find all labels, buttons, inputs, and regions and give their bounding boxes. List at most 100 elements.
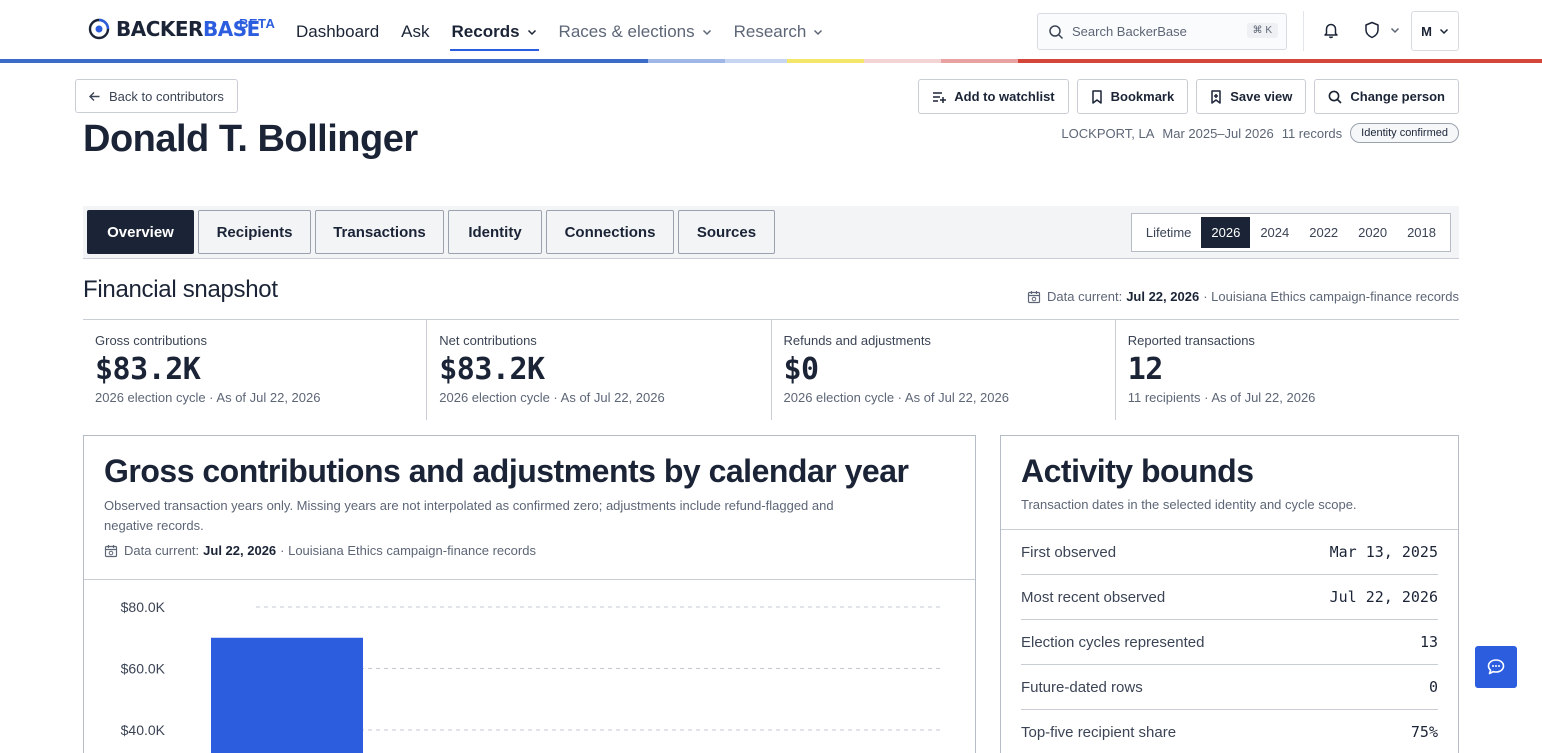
activity-bounds-card: Activity bounds Transaction dates in the…: [1000, 435, 1459, 753]
calendar-icon: [1027, 290, 1041, 303]
arrow-left-icon: [89, 91, 100, 101]
stat-refunds-adjustments: Refunds and adjustments $0 2026 election…: [772, 320, 1116, 420]
save-view-label: Save view: [1230, 89, 1293, 104]
activity-row: Future-dated rows 0: [1021, 665, 1438, 710]
nav-records[interactable]: Records: [449, 20, 539, 51]
stripe-segment: [1018, 59, 1542, 63]
page-title: Donald T. Bollinger: [83, 118, 418, 160]
activity-row: First observed Mar 13, 2025: [1021, 530, 1438, 575]
bookmark-icon: [1091, 89, 1102, 104]
brand-color-stripe: [0, 59, 1542, 63]
tab-connections[interactable]: Connections: [546, 210, 674, 254]
stripe-segment: [864, 59, 941, 63]
tab-sources[interactable]: Sources: [678, 210, 775, 254]
chevron-down-icon: [814, 29, 823, 36]
calendar-icon: [104, 544, 118, 557]
nav-dashboard[interactable]: Dashboard: [296, 20, 379, 44]
feedback-chat-button[interactable]: [1475, 646, 1517, 688]
tab-recipients[interactable]: Recipients: [198, 210, 311, 254]
cycle-2018[interactable]: 2018: [1397, 217, 1446, 248]
chart-header: Gross contributions and adjustments by c…: [84, 436, 975, 580]
tab-overview[interactable]: Overview: [87, 210, 194, 254]
y-tick-label: $40.0K: [121, 722, 166, 738]
activity-row: Top-five recipient share 75%: [1021, 710, 1438, 753]
stripe-segment: [787, 59, 864, 63]
activity-header: Activity bounds Transaction dates in the…: [1001, 436, 1458, 530]
chevron-down-icon: [702, 29, 711, 36]
chart-description: Observed transaction years only. Missing…: [104, 498, 834, 533]
backerbase-logo[interactable]: BACKERBASE: [88, 18, 260, 40]
activity-row: Most recent observed Jul 22, 2026: [1021, 575, 1438, 620]
person-meta: LOCKPORT, LA Mar 2025–Jul 2026 11 record…: [1061, 123, 1459, 143]
search-icon: [1049, 24, 1064, 39]
chat-icon: [1487, 659, 1505, 675]
activity-rows: First observed Mar 13, 2025 Most recent o…: [1001, 530, 1458, 753]
tab-identity[interactable]: Identity: [448, 210, 542, 254]
search-input[interactable]: [1072, 24, 1232, 39]
search-icon: [1328, 90, 1342, 104]
location-text: LOCKPORT, LA: [1061, 125, 1155, 141]
top-navigation: BACKERBASE BETA Dashboard Ask Records Ra…: [0, 0, 1542, 63]
back-button-label: Back to contributors: [109, 88, 224, 104]
chevron-down-icon: [1439, 28, 1448, 35]
snapshot-stats: Gross contributions $83.2K 2026 election…: [83, 319, 1459, 420]
cycle-lifetime[interactable]: Lifetime: [1136, 217, 1202, 248]
tab-transactions[interactable]: Transactions: [315, 210, 444, 254]
chart-data-current: Data current: Jul 22, 2026 · Louisiana E…: [104, 543, 955, 558]
nav-research[interactable]: Research: [734, 20, 824, 44]
beta-label: BETA: [239, 16, 276, 31]
chevron-down-icon: [1390, 27, 1400, 34]
stat-gross-contributions: Gross contributions $83.2K 2026 election…: [83, 320, 428, 420]
watchlist-label: Add to watchlist: [954, 89, 1055, 104]
save-view-icon: [1211, 89, 1221, 104]
stat-reported-transactions: Reported transactions 12 11 recipients ·…: [1127, 333, 1316, 405]
save-view-button[interactable]: Save view: [1196, 79, 1307, 114]
logo-mark-icon: [88, 18, 110, 40]
contributions-chart-card: Gross contributions and adjustments by c…: [83, 435, 976, 753]
contributions-bar-chart: $80.0K $60.0K $40.0K: [121, 599, 944, 753]
record-count-text: 11 records: [1281, 125, 1343, 141]
bell-icon: [1324, 23, 1338, 39]
user-menu-button[interactable]: M: [1411, 11, 1459, 51]
nav-ask[interactable]: Ask: [401, 20, 429, 44]
snapshot-data-current: Data current: Jul 22, 2026 · Louisiana E…: [1027, 289, 1459, 304]
cycle-2022[interactable]: 2022: [1299, 217, 1348, 248]
bookmark-label: Bookmark: [1110, 89, 1175, 104]
cycle-2026[interactable]: 2026: [1201, 217, 1251, 248]
cycle-2024[interactable]: 2024: [1250, 217, 1299, 248]
watchlist-icon: [933, 91, 947, 103]
cycle-2020[interactable]: 2020: [1348, 217, 1397, 248]
cycle-selector: Lifetime 2026 2024 2022 2020 2018: [1130, 213, 1451, 252]
notifications-button[interactable]: [1322, 21, 1340, 44]
bar[interactable]: [211, 637, 363, 753]
back-to-contributors-button[interactable]: Back to contributors: [75, 79, 238, 113]
change-person-label: Change person: [1350, 89, 1445, 104]
chart-title: Gross contributions and adjustments by c…: [104, 453, 909, 489]
search-shortcut-hint: ⌘ K: [1246, 23, 1278, 38]
chevron-down-icon: [527, 29, 536, 36]
nav-races-elections[interactable]: Races & elections: [559, 20, 712, 44]
nav-divider: [1303, 11, 1304, 51]
activity-title: Activity bounds: [1021, 453, 1254, 489]
stripe-segment: [0, 59, 648, 63]
stripe-segment: [725, 59, 787, 63]
privacy-menu-button[interactable]: [1364, 21, 1400, 39]
y-tick-label: $80.0K: [121, 599, 166, 615]
change-person-button[interactable]: Change person: [1314, 79, 1459, 114]
stripe-segment: [941, 59, 1018, 63]
primary-nav: Dashboard Ask Records Races & elections …: [296, 20, 845, 51]
stripe-segment: [648, 59, 725, 63]
identity-status-badge: Identity confirmed: [1350, 123, 1459, 143]
stat-net-contributions: Net contributions $83.2K 2026 election c…: [427, 320, 772, 420]
page-actions: Add to watchlist Bookmark Save view Chan…: [918, 79, 1459, 114]
search-box[interactable]: ⌘ K: [1037, 13, 1287, 50]
date-range-text: Mar 2025–Jul 2026: [1162, 125, 1274, 141]
bookmark-button[interactable]: Bookmark: [1076, 79, 1189, 114]
financial-snapshot-title: Financial snapshot: [83, 276, 278, 303]
y-tick-label: $60.0K: [121, 661, 166, 677]
avatar: M: [1421, 23, 1432, 39]
add-to-watchlist-button[interactable]: Add to watchlist: [918, 79, 1069, 114]
activity-description: Transaction dates in the selected identi…: [1021, 497, 1357, 512]
profile-tabs: Overview Recipients Transactions Identit…: [83, 206, 1459, 259]
activity-row: Election cycles represented 13: [1021, 620, 1438, 665]
